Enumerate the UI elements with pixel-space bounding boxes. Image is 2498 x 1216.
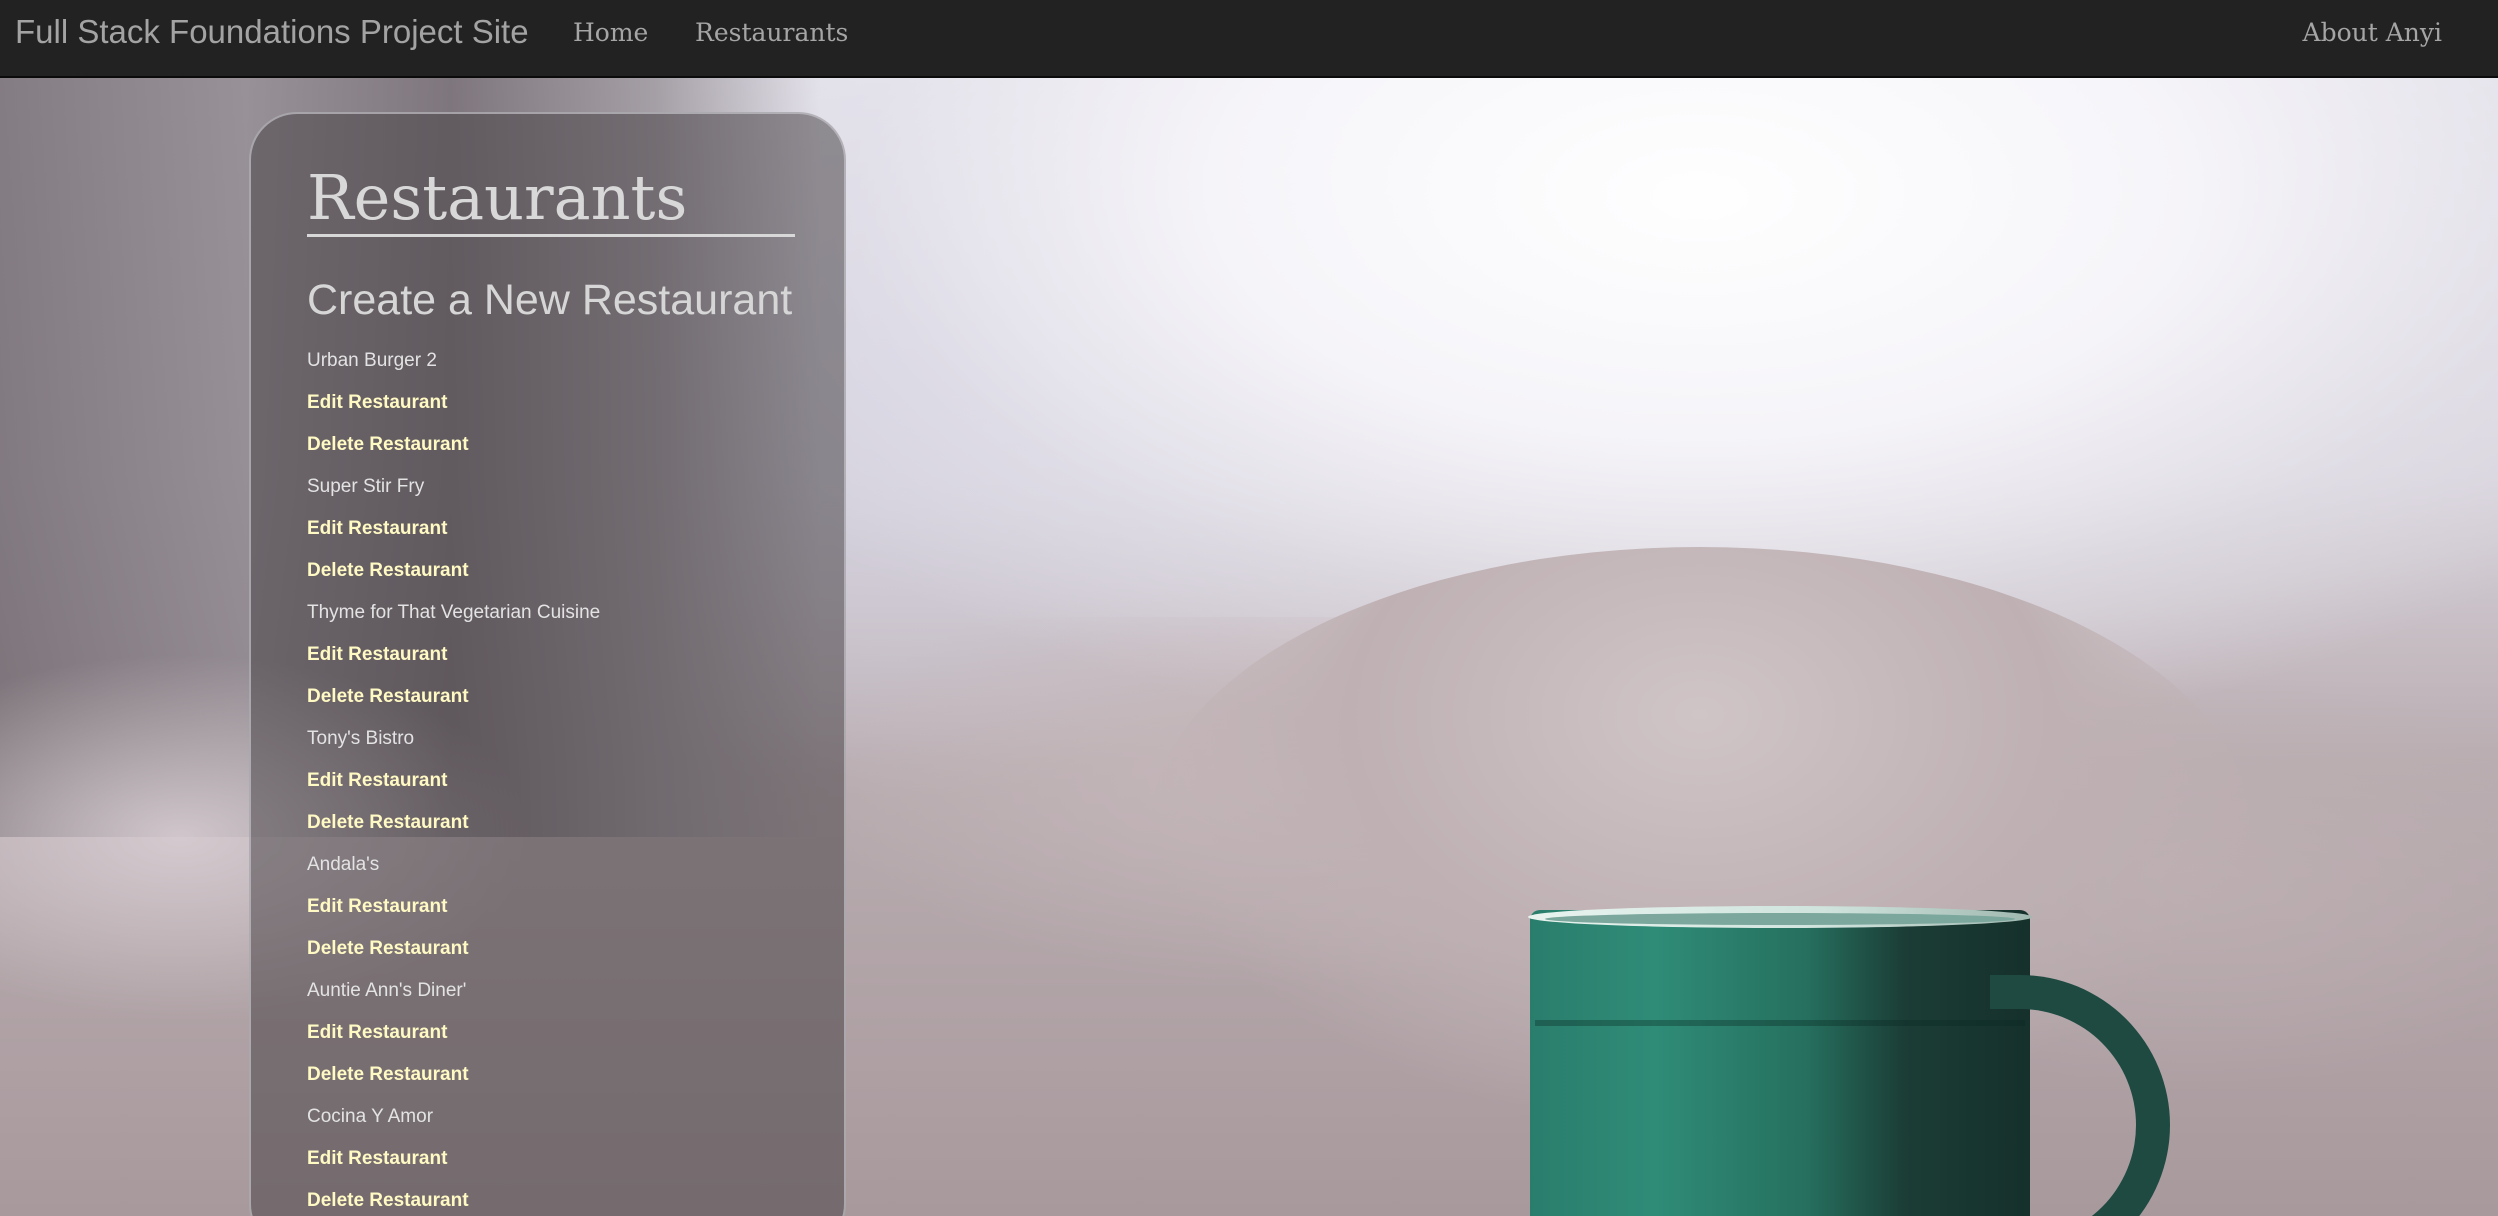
delete-restaurant-link[interactable]: Delete Restaurant xyxy=(307,1190,469,1211)
list-item: Edit Restaurant xyxy=(307,760,600,802)
edit-restaurant-link[interactable]: Edit Restaurant xyxy=(307,518,447,539)
list-item: Delete Restaurant xyxy=(307,1180,600,1216)
restaurant-name: Thyme for That Vegetarian Cuisine xyxy=(307,602,601,623)
restaurant-list: Urban Burger 2 Edit Restaurant Delete Rest… xyxy=(307,340,600,1216)
delete-restaurant-link[interactable]: Delete Restaurant xyxy=(307,434,469,455)
restaurants-panel: Restaurants Create a New Restaurant Urba… xyxy=(249,112,846,1216)
delete-restaurant-link[interactable]: Delete Restaurant xyxy=(307,938,469,959)
list-item: Delete Restaurant xyxy=(307,676,600,718)
nav-about-link[interactable]: About Anyi xyxy=(2303,18,2442,47)
list-item: Delete Restaurant xyxy=(307,1054,600,1096)
delete-restaurant-link[interactable]: Delete Restaurant xyxy=(307,812,469,833)
list-item: Edit Restaurant xyxy=(307,634,600,676)
edit-restaurant-link[interactable]: Edit Restaurant xyxy=(307,392,447,413)
delete-restaurant-link[interactable]: Delete Restaurant xyxy=(307,1064,469,1085)
edit-restaurant-link[interactable]: Edit Restaurant xyxy=(307,1148,447,1169)
top-navbar: Full Stack Foundations Project Site Home… xyxy=(0,0,2498,78)
coffee-mug-inner xyxy=(1545,913,2015,925)
list-item: Edit Restaurant xyxy=(307,382,600,424)
edit-restaurant-link[interactable]: Edit Restaurant xyxy=(307,896,447,917)
list-item: Delete Restaurant xyxy=(307,550,600,592)
restaurant-name: Tony's Bistro xyxy=(307,728,415,749)
list-item: Delete Restaurant xyxy=(307,424,600,466)
list-item: Delete Restaurant xyxy=(307,802,600,844)
restaurant-name: Cocina Y Amor xyxy=(307,1106,434,1127)
nav-restaurants-link[interactable]: Restaurants xyxy=(695,18,848,47)
restaurant-name: Super Stir Fry xyxy=(307,476,425,497)
list-item: Delete Restaurant xyxy=(307,928,600,970)
nav-home-link[interactable]: Home xyxy=(573,18,648,47)
delete-restaurant-link[interactable]: Delete Restaurant xyxy=(307,560,469,581)
list-item: Edit Restaurant xyxy=(307,1138,600,1180)
edit-restaurant-link[interactable]: Edit Restaurant xyxy=(307,770,447,791)
edit-restaurant-link[interactable]: Edit Restaurant xyxy=(307,644,447,665)
list-item: Edit Restaurant xyxy=(307,508,600,550)
list-item: Edit Restaurant xyxy=(307,886,600,928)
restaurant-name: Andala's xyxy=(307,854,380,875)
create-restaurant-link[interactable]: Create a New Restaurant xyxy=(307,276,792,325)
coffee-mug-image xyxy=(1530,910,2030,1216)
restaurant-name: Auntie Ann's Diner' xyxy=(307,980,467,1001)
coffee-mug-band xyxy=(1535,1020,2025,1026)
edit-restaurant-link[interactable]: Edit Restaurant xyxy=(307,1022,447,1043)
restaurant-name: Urban Burger 2 xyxy=(307,350,437,371)
page-title: Restaurants xyxy=(307,163,795,238)
list-item: Edit Restaurant xyxy=(307,1012,600,1054)
site-brand-link[interactable]: Full Stack Foundations Project Site xyxy=(15,13,529,51)
delete-restaurant-link[interactable]: Delete Restaurant xyxy=(307,686,469,707)
